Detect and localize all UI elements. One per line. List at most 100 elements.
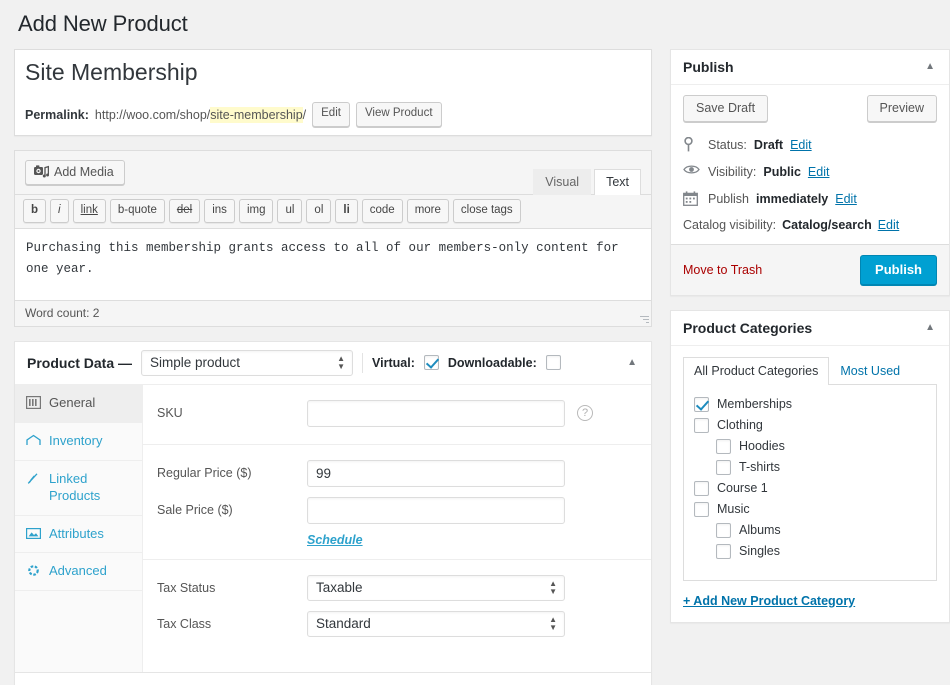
permalink-row: Permalink: http://woo.com/shop/site-memb… [15, 95, 651, 134]
category-checkbox[interactable] [716, 523, 731, 538]
quicktag-li[interactable]: li [335, 199, 357, 223]
downloadable-label: Downloadable: [448, 356, 537, 370]
move-to-trash-link[interactable]: Move to Trash [683, 263, 762, 277]
tab-linked-products-label: Linked Products [49, 471, 133, 505]
attributes-icon [26, 527, 42, 542]
chevron-up-icon[interactable]: ▲ [625, 356, 639, 370]
tax-class-row: Tax Class Standard ▲▼ [143, 606, 651, 642]
price-group: Regular Price ($) Sale Price ($) Schedul… [143, 445, 651, 560]
preview-button[interactable]: Preview [867, 95, 937, 122]
list-item[interactable]: Hoodies [694, 436, 926, 457]
tab-attributes[interactable]: Attributes [15, 516, 142, 554]
tab-most-used[interactable]: Most Used [829, 357, 911, 385]
chevron-up-icon[interactable]: ▲ [923, 321, 937, 335]
category-checkbox[interactable] [716, 460, 731, 475]
schedule-link[interactable]: Schedule [293, 533, 363, 547]
sale-price-label: Sale Price ($) [157, 503, 307, 517]
product-data-tabs: General Inventory [15, 385, 143, 685]
tab-advanced-label: Advanced [49, 563, 107, 580]
quicktag-close-tags[interactable]: close tags [453, 199, 521, 223]
quicktag-i[interactable]: i [50, 199, 69, 223]
edit-visibility-link[interactable]: Edit [808, 165, 830, 179]
edit-publish-time-link[interactable]: Edit [835, 192, 857, 206]
quicktag-del[interactable]: del [169, 199, 200, 223]
quicktag-link[interactable]: link [73, 199, 106, 223]
publish-button[interactable]: Publish [860, 255, 937, 285]
tab-text[interactable]: Text [594, 169, 641, 195]
quicktag-ul[interactable]: ul [277, 199, 302, 223]
next-postbox-partial [14, 672, 652, 685]
category-checkbox[interactable] [694, 481, 709, 496]
page-columns: Permalink: http://woo.com/shop/site-memb… [14, 49, 936, 685]
tax-status-select[interactable]: Taxable [307, 575, 565, 601]
help-icon[interactable]: ? [577, 405, 593, 421]
edit-permalink-button[interactable]: Edit [312, 102, 350, 126]
permalink-label: Permalink: [25, 108, 89, 122]
tab-linked-products[interactable]: Linked Products [15, 461, 142, 516]
tab-visual[interactable]: Visual [533, 169, 591, 195]
publish-title: Publish [683, 59, 734, 75]
publish-time-label: Publish [708, 192, 749, 206]
tab-inventory[interactable]: Inventory [15, 423, 142, 461]
tax-class-select[interactable]: Standard [307, 611, 565, 637]
regular-price-row: Regular Price ($) [143, 455, 651, 492]
product-title-input[interactable] [15, 50, 651, 96]
quicktag-ol[interactable]: ol [306, 199, 331, 223]
view-product-button[interactable]: View Product [356, 102, 442, 126]
list-item[interactable]: T-shirts [694, 457, 926, 478]
product-data-header: Product Data — Simple product ▲▼ Virtual… [15, 342, 651, 385]
edit-catalog-visibility-link[interactable]: Edit [878, 218, 900, 232]
category-checkbox[interactable] [694, 418, 709, 433]
resize-handle[interactable] [639, 314, 649, 324]
publish-box: Publish ▲ Save Draft Preview [670, 49, 950, 296]
tax-status-select-wrap: Taxable ▲▼ [307, 575, 565, 601]
permalink-url: http://woo.com/shop/site-membership/ [95, 108, 306, 122]
regular-price-input[interactable] [307, 460, 565, 487]
list-item[interactable]: Clothing [694, 415, 926, 436]
product-data-title: Product Data — [27, 355, 132, 371]
content-textarea[interactable]: Purchasing this membership grants access… [15, 229, 651, 301]
tab-advanced[interactable]: Advanced [15, 553, 142, 591]
tab-all-product-categories[interactable]: All Product Categories [683, 357, 829, 385]
list-item[interactable]: Singles [694, 541, 926, 562]
quicktag-b[interactable]: b [23, 199, 46, 223]
tab-general[interactable]: General [15, 385, 142, 423]
general-panel: SKU ? Regular Price ($) Sale Pr [143, 385, 651, 685]
permalink-slug: site-membership [210, 107, 302, 123]
add-media-label: Add Media [54, 165, 114, 179]
quicktag-img[interactable]: img [239, 199, 274, 223]
edit-status-link[interactable]: Edit [790, 138, 812, 152]
product-categories-box: Product Categories ▲ All Product Categor… [670, 310, 950, 623]
visibility-row: Visibility: Public Edit [683, 159, 937, 186]
category-checkbox[interactable] [716, 439, 731, 454]
category-checkbox[interactable] [716, 544, 731, 559]
category-checkbox[interactable] [694, 397, 709, 412]
sku-label: SKU [157, 406, 307, 420]
sku-input[interactable] [307, 400, 565, 427]
categories-list[interactable]: Memberships Clothing Hoodies T-shir [683, 385, 937, 581]
status-value: Draft [754, 138, 783, 152]
downloadable-checkbox[interactable] [546, 355, 561, 370]
category-checkbox[interactable] [694, 502, 709, 517]
chevron-up-icon[interactable]: ▲ [923, 60, 937, 74]
sku-row: SKU ? [143, 395, 651, 432]
save-draft-button[interactable]: Save Draft [683, 95, 768, 122]
tax-group: Tax Status Taxable ▲▼ Tax Class [143, 560, 651, 654]
categories-title: Product Categories [683, 320, 812, 336]
add-media-button[interactable]: Add Media [25, 160, 125, 185]
quicktag-b-quote[interactable]: b-quote [110, 199, 165, 223]
list-item[interactable]: Course 1 [694, 478, 926, 499]
publish-actions-row: Save Draft Preview [683, 95, 937, 122]
quicktag-ins[interactable]: ins [204, 199, 235, 223]
quicktag-code[interactable]: code [362, 199, 403, 223]
list-item[interactable]: Albums [694, 520, 926, 541]
category-label: Memberships [717, 397, 792, 411]
sale-price-input[interactable] [307, 497, 565, 524]
virtual-checkbox[interactable] [424, 355, 439, 370]
list-item[interactable]: Memberships [694, 394, 926, 415]
virtual-label: Virtual: [372, 356, 415, 370]
product-type-select[interactable]: Simple product [141, 350, 353, 376]
quicktag-more[interactable]: more [407, 199, 449, 223]
add-new-product-category-link[interactable]: + Add New Product Category [683, 594, 855, 608]
list-item[interactable]: Music [694, 499, 926, 520]
